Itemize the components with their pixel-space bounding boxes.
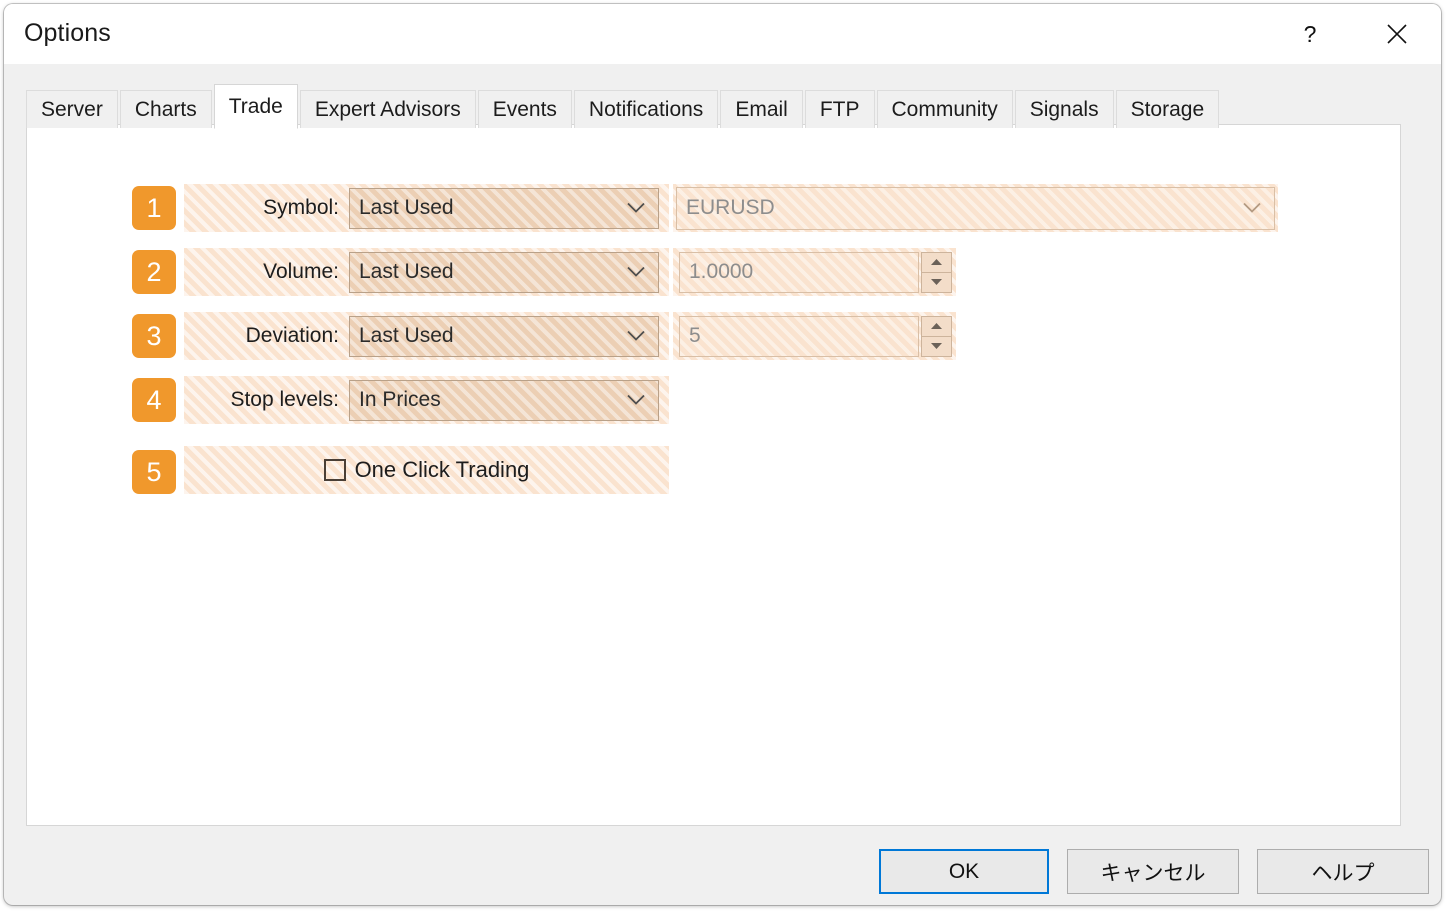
- spinner-up-icon[interactable]: [921, 316, 952, 337]
- volume-mode-dropdown[interactable]: Last Used: [349, 252, 659, 293]
- cancel-button[interactable]: キャンセル: [1067, 849, 1239, 894]
- title-bar: Options ?: [4, 4, 1441, 64]
- tab-trade[interactable]: Trade: [214, 84, 298, 129]
- chevron-down-icon: [1242, 202, 1262, 215]
- one-click-trading-row: One Click Trading: [184, 446, 669, 494]
- tab-notifications[interactable]: Notifications: [574, 90, 718, 128]
- chevron-down-icon: [626, 202, 646, 215]
- trade-settings-panel: 1 Symbol: Last Used EURUSD 2 Volume:: [26, 124, 1401, 826]
- stop-levels-dropdown[interactable]: In Prices: [349, 380, 659, 421]
- tab-label: Email: [735, 98, 788, 122]
- spinner-up-icon[interactable]: [921, 252, 952, 273]
- one-click-trading-label: One Click Trading: [355, 457, 530, 483]
- tab-label: Trade: [229, 95, 283, 119]
- tab-label: Community: [892, 98, 998, 122]
- volume-spin-buttons[interactable]: [921, 252, 952, 293]
- volume-row: Volume: Last Used: [184, 248, 669, 296]
- tab-label: Server: [41, 98, 103, 122]
- deviation-mode-dropdown[interactable]: Last Used: [349, 316, 659, 357]
- symbol-name-row: EURUSD: [673, 184, 1278, 232]
- symbol-label: Symbol:: [184, 196, 349, 220]
- tab-storage[interactable]: Storage: [1116, 90, 1220, 128]
- deviation-mode-value: Last Used: [350, 324, 454, 348]
- tab-label: Expert Advisors: [315, 98, 461, 122]
- tab-label: FTP: [820, 98, 860, 122]
- deviation-row: Deviation: Last Used: [184, 312, 669, 360]
- tab-community[interactable]: Community: [877, 90, 1013, 128]
- options-dialog: Options ? Server Charts Trade Expert Adv…: [4, 4, 1441, 905]
- step-badge-1: 1: [132, 186, 176, 230]
- symbol-row: Symbol: Last Used: [184, 184, 669, 232]
- tab-label: Events: [493, 98, 557, 122]
- tab-label: Notifications: [589, 98, 703, 122]
- step-badge-3: 3: [132, 314, 176, 358]
- spinner-down-icon[interactable]: [921, 273, 952, 293]
- deviation-stepper[interactable]: 5: [679, 313, 952, 359]
- stop-levels-row: Stop levels: In Prices: [184, 376, 669, 424]
- chevron-down-icon: [626, 330, 646, 343]
- volume-label: Volume:: [184, 260, 349, 284]
- symbol-name-value: EURUSD: [677, 196, 775, 220]
- deviation-value-row: 5: [673, 312, 956, 360]
- question-mark-icon[interactable]: ?: [1287, 12, 1333, 56]
- volume-mode-value: Last Used: [350, 260, 454, 284]
- tab-charts[interactable]: Charts: [120, 90, 212, 128]
- deviation-input[interactable]: 5: [679, 316, 919, 357]
- ok-button[interactable]: OK: [879, 849, 1049, 894]
- spinner-down-icon[interactable]: [921, 337, 952, 357]
- volume-stepper[interactable]: 1.0000: [679, 249, 952, 295]
- tab-label: Signals: [1030, 98, 1099, 122]
- symbol-name-dropdown[interactable]: EURUSD: [676, 187, 1275, 230]
- tab-bar: Server Charts Trade Expert Advisors Even…: [26, 86, 1221, 128]
- close-icon[interactable]: [1374, 12, 1420, 56]
- tab-label: Storage: [1131, 98, 1205, 122]
- one-click-trading-checkbox-group[interactable]: One Click Trading: [324, 457, 530, 483]
- volume-input[interactable]: 1.0000: [679, 252, 919, 293]
- one-click-trading-checkbox[interactable]: [324, 459, 346, 481]
- volume-value-row: 1.0000: [673, 248, 956, 296]
- stop-levels-value: In Prices: [350, 388, 441, 412]
- deviation-spin-buttons[interactable]: [921, 316, 952, 357]
- symbol-mode-value: Last Used: [350, 196, 454, 220]
- window-title: Options: [24, 19, 111, 48]
- step-badge-2: 2: [132, 250, 176, 294]
- tab-label: Charts: [135, 98, 197, 122]
- chevron-down-icon: [626, 394, 646, 407]
- deviation-label: Deviation:: [184, 324, 349, 348]
- tab-expert-advisors[interactable]: Expert Advisors: [300, 90, 476, 128]
- tab-email[interactable]: Email: [720, 90, 803, 128]
- tab-server[interactable]: Server: [26, 90, 118, 128]
- symbol-mode-dropdown[interactable]: Last Used: [349, 188, 659, 229]
- step-badge-4: 4: [132, 378, 176, 422]
- tab-ftp[interactable]: FTP: [805, 90, 875, 128]
- chevron-down-icon: [626, 266, 646, 279]
- tab-signals[interactable]: Signals: [1015, 90, 1114, 128]
- stop-levels-label: Stop levels:: [184, 388, 349, 412]
- step-badge-5: 5: [132, 450, 176, 494]
- help-button[interactable]: ヘルプ: [1257, 849, 1429, 894]
- tab-events[interactable]: Events: [478, 90, 572, 128]
